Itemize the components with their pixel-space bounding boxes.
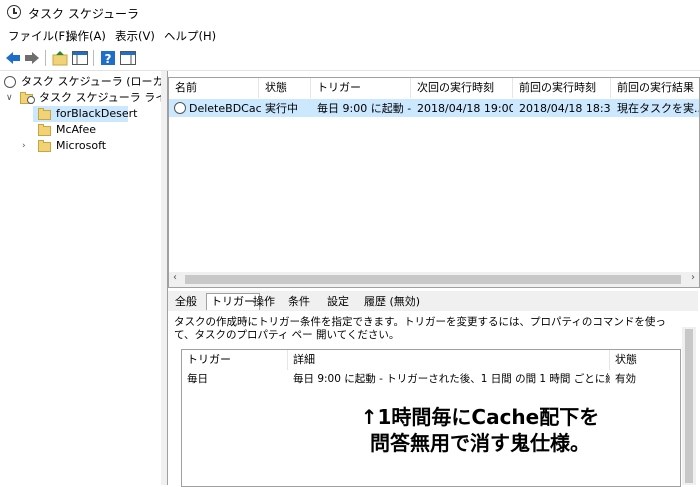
folder-icon [38, 124, 51, 136]
tab-history[interactable]: 履歴 (無効) [360, 294, 424, 310]
tab-conditions[interactable]: 条件 [284, 294, 314, 310]
vertical-scrollbar[interactable] [682, 327, 696, 485]
up-folder-icon[interactable] [51, 49, 69, 67]
pane-splitter[interactable] [161, 71, 168, 485]
menu-bar: ファイル(F) 操作(A) 表示(V) ヘルプ(H) [0, 26, 700, 46]
cell-trigger-type[interactable]: 毎日 [182, 372, 288, 387]
column-header-last-result[interactable]: 前回の実行結果 [611, 78, 699, 98]
cell-trigger-details[interactable]: 毎日 9:00 に起動 - トリガーされた後、1 日間 の間 1 時間 ごとに繰… [288, 372, 610, 387]
cell-last-result: 現在タスクを実... [617, 102, 699, 115]
cell-next-run: 2018/04/18 19:00:00 [417, 102, 513, 115]
menu-file[interactable]: ファイル(F) [8, 28, 70, 44]
window-title: タスク スケジューラ [28, 7, 139, 21]
folder-icon [38, 140, 51, 152]
clock-badge-icon [27, 96, 35, 104]
column-header-details[interactable]: 詳細 [288, 350, 610, 370]
svg-text:?: ? [105, 52, 112, 66]
tree-item-label: forBlackDesert [56, 107, 138, 120]
scrollbar-thumb[interactable] [185, 275, 681, 284]
cell-trigger: 毎日 9:00 に起動 -... [317, 102, 411, 115]
column-header-status[interactable]: 状態 [259, 78, 311, 98]
column-header-trigger[interactable]: トリガー [182, 350, 288, 370]
toolbar-separator [45, 50, 46, 66]
tree-item-label: McAfee [56, 123, 97, 136]
help-icon[interactable]: ? [99, 49, 117, 67]
forward-arrow-icon[interactable] [23, 49, 41, 67]
annotation-line-1: ↑1時間毎にCache配下を [360, 405, 600, 429]
toolbar: ? [0, 46, 700, 71]
menu-view[interactable]: 表示(V) [115, 28, 155, 44]
trigger-description: タスクの作成時にトリガー条件を指定できます。トリガーを変更するには、プロパティの… [174, 316, 666, 341]
tab-actions[interactable]: 操作 [249, 294, 279, 310]
navigation-tree: タスク スケジューラ (ローカル) ∨ タスク スケジューラ ライブラリ for… [0, 71, 199, 485]
scroll-left-icon[interactable]: ‹ [173, 272, 177, 283]
chevron-right-icon[interactable]: › [22, 138, 26, 154]
tree-item-label: Microsoft [56, 139, 107, 152]
folder-icon [38, 108, 51, 120]
tree-item-forblackdesert[interactable]: forBlackDesert [33, 106, 137, 122]
title-bar: タスク スケジューラ [0, 0, 700, 26]
show-hide-action-pane-icon[interactable] [119, 49, 137, 67]
clock-icon [7, 5, 21, 19]
annotation-line-2: 問答無用で消す鬼仕様。 [370, 431, 590, 455]
scrollbar-thumb[interactable] [685, 329, 693, 483]
column-header-name[interactable]: 名前 [169, 78, 259, 98]
chevron-down-icon[interactable]: ∨ [6, 90, 13, 106]
horizontal-scrollbar[interactable]: ‹ › [169, 272, 699, 287]
cell-name: DeleteBDCac... [189, 102, 261, 115]
detail-tabs: 全般 トリガー 操作 条件 設定 履歴 (無効) [168, 291, 698, 311]
cell-trigger-state[interactable]: 有効 [610, 372, 680, 387]
column-header-last-run[interactable]: 前回の実行時刻 [513, 78, 611, 98]
annotation-caption: ↑1時間毎にCache配下を 問答無用で消す鬼仕様。 [300, 404, 660, 456]
tab-general[interactable]: 全般 [171, 294, 201, 310]
clock-icon [4, 76, 16, 88]
back-arrow-icon[interactable] [4, 49, 22, 67]
tab-settings[interactable]: 設定 [323, 294, 353, 310]
cell-status: 実行中 [265, 102, 298, 115]
scroll-right-icon[interactable]: › [691, 272, 695, 283]
column-header-next-run[interactable]: 次回の実行時刻 [411, 78, 513, 98]
toolbar-separator [93, 50, 94, 66]
menu-action[interactable]: 操作(A) [66, 28, 106, 44]
cell-last-run: 2018/04/18 18:32... [519, 102, 611, 115]
column-header-trigger[interactable]: トリガー [311, 78, 411, 98]
tree-item-label: タスク スケジューラ (ローカル) [21, 75, 179, 88]
task-list: 名前 状態 トリガー 次回の実行時刻 前回の実行時刻 前回の実行結果 Delet… [168, 77, 700, 288]
menu-help[interactable]: ヘルプ(H) [164, 28, 216, 44]
show-hide-console-icon[interactable] [71, 49, 89, 67]
column-header-state[interactable]: 状態 [610, 350, 680, 370]
